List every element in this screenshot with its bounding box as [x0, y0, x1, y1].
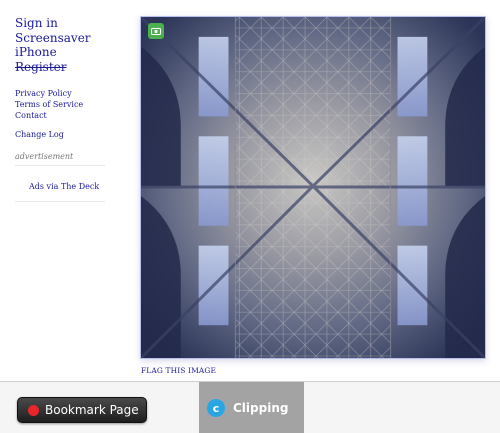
privacy-policy-link[interactable]: Privacy Policy	[15, 88, 105, 99]
camera-badge[interactable]	[148, 23, 164, 39]
advertisement-label: advertisement	[15, 152, 105, 166]
bookmark-label: Bookmark Page	[45, 403, 139, 417]
camera-icon	[151, 28, 161, 35]
iphone-link[interactable]: iPhone	[15, 45, 105, 60]
contact-link[interactable]: Contact	[15, 110, 105, 121]
ads-via-the-deck-link[interactable]: Ads via The Deck	[29, 182, 99, 191]
sidebar: Sign in Screensaver iPhone Register Priv…	[15, 16, 105, 202]
change-log-link[interactable]: Change Log	[15, 129, 105, 140]
flag-image-link[interactable]: FLAG THIS IMAGE	[141, 366, 216, 375]
bookmark-page-button[interactable]: Bookmark Page	[17, 397, 147, 423]
sign-in-link[interactable]: Sign in	[15, 16, 105, 31]
clipping-icon: c	[207, 399, 225, 417]
screensaver-link[interactable]: Screensaver	[15, 31, 105, 46]
terms-of-service-link[interactable]: Terms of Service	[15, 99, 105, 110]
ad-box: Ads via The Deck	[15, 166, 105, 202]
clipping-label: Clipping	[233, 401, 289, 415]
bottom-toolbar: Bookmark Page c Clipping	[0, 381, 500, 433]
changelog-nav: Change Log	[15, 129, 105, 140]
record-dot-icon	[28, 404, 39, 416]
main-photo[interactable]	[140, 16, 486, 359]
clipping-button[interactable]: c Clipping	[199, 382, 304, 433]
info-nav: Privacy Policy Terms of Service Contact	[15, 88, 105, 121]
register-link[interactable]: Register	[15, 60, 105, 75]
main-nav: Sign in Screensaver iPhone Register	[15, 16, 105, 74]
cathedral-ceiling-image	[141, 17, 485, 358]
